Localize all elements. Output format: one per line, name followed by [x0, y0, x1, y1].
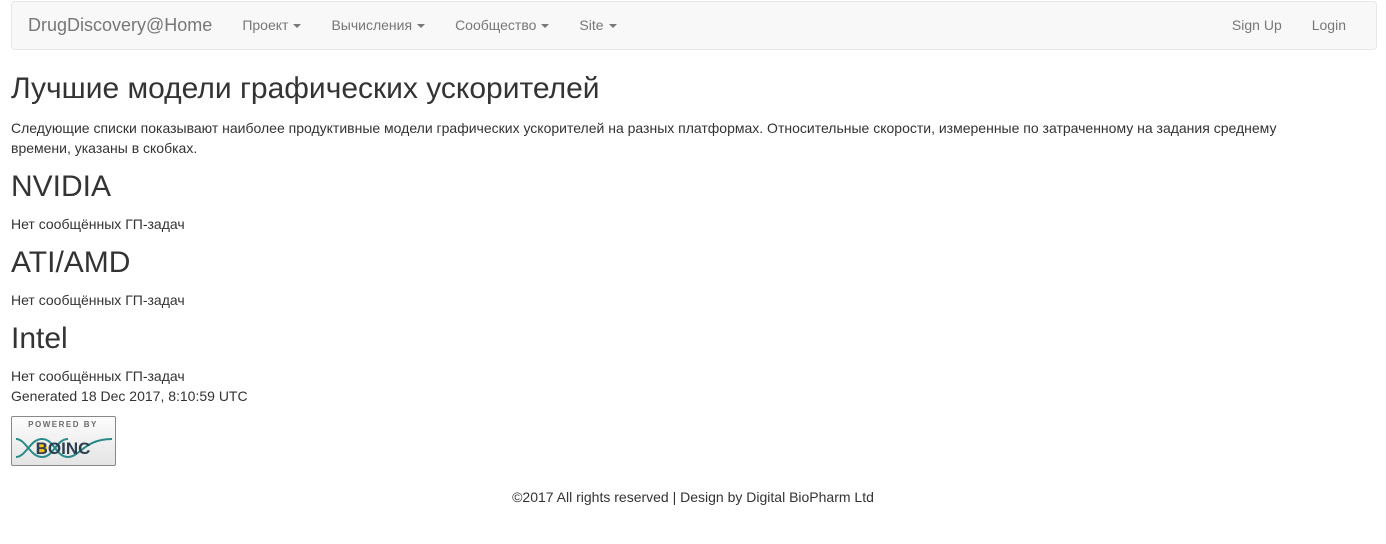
- nav-dropdown-project[interactable]: Проект: [227, 1, 316, 50]
- page-footer: ©2017 All rights reserved | Design by Di…: [0, 487, 1386, 507]
- empty-message: Нет сообщённых ГП-задач: [11, 368, 185, 384]
- logo-top-text: POWERED BY: [28, 420, 98, 429]
- sign-up-link[interactable]: Sign Up: [1217, 1, 1297, 50]
- section-nvidia: NVIDIA Нет сообщённых ГП-задач: [11, 170, 1377, 234]
- top-navbar: DrugDiscovery@Home Проект Вычисления Соо…: [11, 1, 1377, 50]
- generated-timestamp: Generated 18 Dec 2017, 8:10:59 UTC: [11, 388, 248, 404]
- nav-dropdown-label: Site: [579, 17, 604, 33]
- brand-link[interactable]: DrugDiscovery@Home: [12, 1, 227, 50]
- logo-brand-text: BOINC: [36, 439, 91, 458]
- boinc-logo-graphic: POWERED BY BOINC: [15, 420, 113, 459]
- footer-text: ©2017 All rights reserved | Design by Di…: [512, 489, 874, 505]
- nav-dropdown-computing[interactable]: Вычисления: [316, 1, 440, 50]
- nav-dropdown-label: Вычисления: [331, 17, 413, 33]
- section-intel: Intel Нет сообщённых ГП-задач: [11, 322, 1377, 386]
- nav-dropdown-label: Проект: [242, 17, 289, 33]
- nav-dropdown-label: Сообщество: [455, 17, 537, 33]
- caret-down-icon: [417, 23, 426, 28]
- nav-right-menu: Sign Up Login: [1217, 2, 1376, 49]
- section-heading: NVIDIA: [11, 170, 112, 203]
- empty-message: Нет сообщённых ГП-задач: [11, 216, 185, 232]
- section-ati-amd: ATI/AMD Нет сообщённых ГП-задач: [11, 246, 1377, 310]
- empty-message: Нет сообщённых ГП-задач: [11, 292, 185, 308]
- caret-down-icon: [541, 23, 550, 28]
- login-link[interactable]: Login: [1297, 1, 1361, 50]
- powered-by-boinc-logo[interactable]: POWERED BY BOINC: [11, 416, 116, 466]
- page-title: Лучшие модели графических ускорителей: [11, 72, 600, 105]
- caret-down-icon: [608, 23, 617, 28]
- nav-dropdown-community[interactable]: Сообщество: [440, 1, 564, 50]
- section-heading: ATI/AMD: [11, 246, 131, 279]
- nav-dropdown-site[interactable]: Site: [564, 1, 631, 50]
- section-heading: Intel: [11, 322, 68, 355]
- nav-left-menu: Проект Вычисления Сообщество Site: [227, 2, 631, 49]
- main-content: Лучшие модели графических ускорителей Сл…: [11, 52, 1377, 466]
- intro-text: Следующие списки показывают наиболее про…: [11, 120, 1277, 156]
- caret-down-icon: [293, 23, 302, 28]
